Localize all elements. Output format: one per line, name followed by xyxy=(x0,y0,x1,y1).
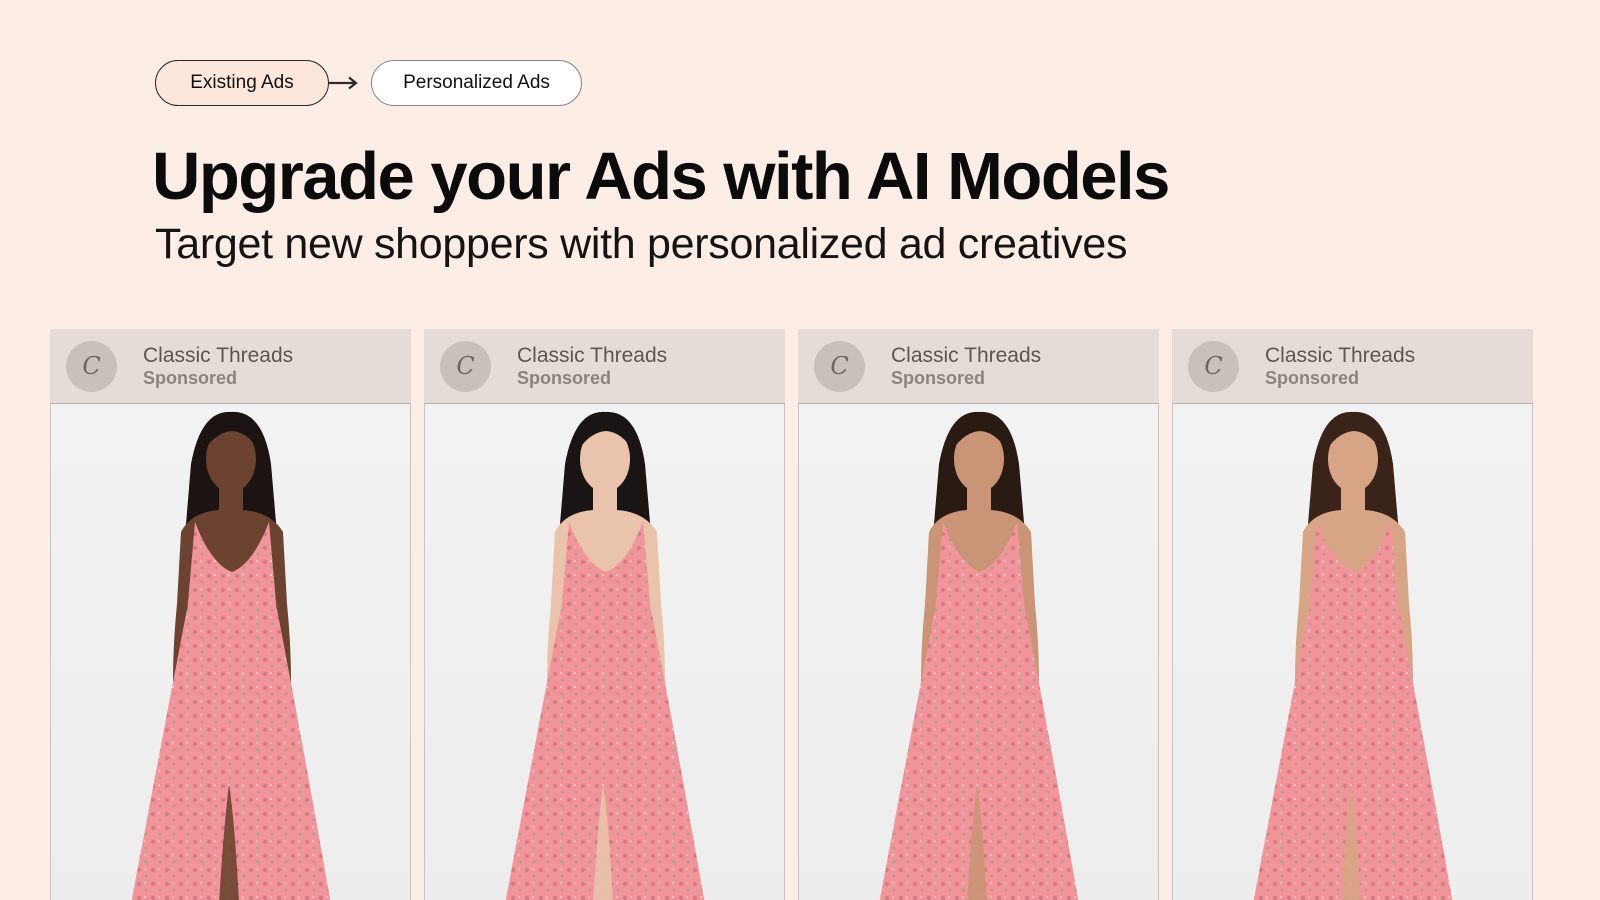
existing-ads-button[interactable]: Existing Ads xyxy=(155,60,329,106)
sponsored-label: Sponsored xyxy=(143,367,238,388)
brand-name[interactable]: Classic Threads xyxy=(517,344,667,368)
ad-card-header: C Classic Threads Sponsored xyxy=(798,329,1159,404)
brand-name[interactable]: Classic Threads xyxy=(891,344,1041,368)
brand-block: Classic Threads Sponsored xyxy=(517,344,667,389)
brand-name[interactable]: Classic Threads xyxy=(1265,344,1415,368)
brand-avatar: C xyxy=(440,340,491,392)
sponsored-label: Sponsored xyxy=(891,367,986,388)
page-title: Upgrade your Ads with AI Models xyxy=(152,139,1170,214)
ad-card[interactable]: C Classic Threads Sponsored xyxy=(1172,329,1533,900)
ad-card-header: C Classic Threads Sponsored xyxy=(424,329,785,404)
ad-card[interactable]: C Classic Threads Sponsored xyxy=(424,329,785,900)
model-image[interactable] xyxy=(424,404,785,900)
model-figure xyxy=(505,411,705,900)
brand-avatar: C xyxy=(814,340,865,392)
model-image[interactable] xyxy=(798,404,1159,900)
ad-card[interactable]: C Classic Threads Sponsored xyxy=(50,329,411,900)
brand-block: Classic Threads Sponsored xyxy=(143,344,293,389)
ad-card[interactable]: C Classic Threads Sponsored xyxy=(798,329,1159,900)
arrow-right-icon xyxy=(329,73,371,93)
brand-avatar: C xyxy=(1188,340,1239,392)
flow-toggle: Existing Ads Personalized Ads xyxy=(155,60,582,106)
sponsored-label: Sponsored xyxy=(517,367,612,388)
model-image[interactable] xyxy=(1172,404,1533,900)
ad-card-header: C Classic Threads Sponsored xyxy=(50,329,411,404)
brand-block: Classic Threads Sponsored xyxy=(1265,344,1415,389)
model-figure xyxy=(879,411,1079,900)
page-subtitle: Target new shoppers with personalized ad… xyxy=(155,220,1128,268)
ad-card-header: C Classic Threads Sponsored xyxy=(1172,329,1533,404)
personalized-ads-button[interactable]: Personalized Ads xyxy=(371,60,582,106)
ad-cards: C Classic Threads Sponsored C Classic Th… xyxy=(50,329,1555,900)
model-image[interactable] xyxy=(50,404,411,900)
model-figure xyxy=(131,411,331,900)
sponsored-label: Sponsored xyxy=(1265,367,1360,388)
model-figure xyxy=(1253,411,1453,900)
brand-avatar: C xyxy=(66,340,117,392)
brand-name[interactable]: Classic Threads xyxy=(143,344,293,368)
brand-block: Classic Threads Sponsored xyxy=(891,344,1041,389)
